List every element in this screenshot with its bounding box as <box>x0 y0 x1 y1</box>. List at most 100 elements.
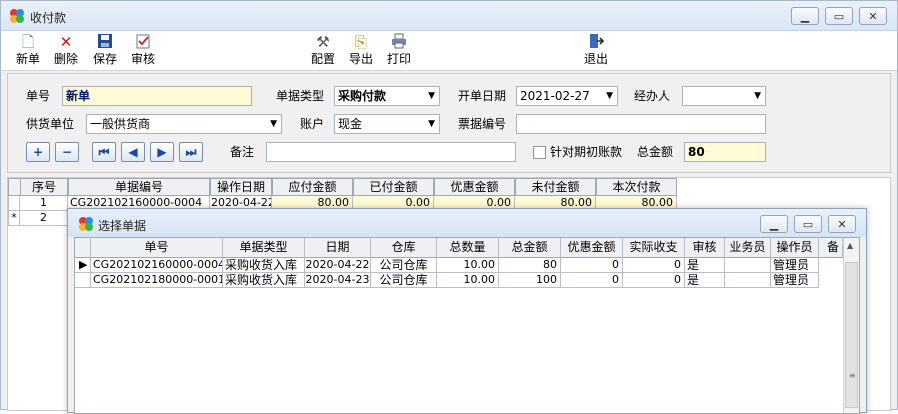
col-header[interactable]: 实际收支 <box>623 238 685 258</box>
account-label: 账户 <box>300 117 325 131</box>
table-cell[interactable]: 采购收货入库 <box>223 258 305 273</box>
minus-icon: − <box>61 145 73 159</box>
supplier-value: 一般供货商 <box>90 117 151 131</box>
col-header[interactable]: 操作日期 <box>210 178 272 196</box>
minimize-button[interactable]: ▁ <box>791 7 819 25</box>
config-button[interactable]: ⚒ 配置 <box>305 33 341 71</box>
col-header[interactable]: 业务员 <box>725 238 771 258</box>
col-header[interactable]: 已付金额 <box>353 178 434 196</box>
table-cell[interactable]: 是 <box>685 273 725 288</box>
prev-record-button[interactable]: ◀ <box>121 142 145 162</box>
doc-no-label: 单号 <box>26 89 51 103</box>
handler-select[interactable]: ▼ <box>682 86 766 106</box>
table-cell[interactable]: 10.00 <box>437 273 499 288</box>
col-header[interactable]: 优惠金额 <box>561 238 623 258</box>
row-indicator[interactable] <box>75 273 91 288</box>
export-button[interactable]: ⎘ 导出 <box>343 33 379 71</box>
new-button[interactable]: 🗋 新单 <box>10 33 46 71</box>
col-header[interactable]: 单号 <box>91 238 223 258</box>
col-header[interactable]: 单据类型 <box>223 238 305 258</box>
col-header[interactable]: 总金额 <box>499 238 561 258</box>
col-header[interactable]: 单据编号 <box>68 178 210 196</box>
new-row-marker[interactable]: * <box>8 211 20 226</box>
exit-door-icon <box>587 33 605 51</box>
window-title: 收付款 <box>30 11 67 25</box>
total-amount-field[interactable]: 80 <box>684 142 766 162</box>
config-tools-icon: ⚒ <box>316 33 330 51</box>
remove-row-button[interactable]: − <box>55 142 79 162</box>
table-cell[interactable]: 0 <box>623 273 685 288</box>
table-cell[interactable]: 2 <box>20 211 68 226</box>
add-row-button[interactable]: + <box>26 142 50 162</box>
doc-type-value: 采购付款 <box>338 89 387 103</box>
scrollbar-thumb[interactable]: ≡ <box>845 262 858 408</box>
date-value: 2021-02-27 <box>520 89 590 103</box>
dialog-close-button[interactable]: ✕ <box>828 215 856 233</box>
scroll-up-icon[interactable]: ▲ <box>847 241 853 250</box>
select-document-dialog: 选择单据 ▁ ▭ ✕ 单号 单据类型 日期 仓库 总数量 总金额 优惠金额 实际… <box>67 208 867 414</box>
col-header[interactable]: 应付金额 <box>272 178 353 196</box>
delete-button[interactable]: ✕ 删除 <box>48 33 84 71</box>
title-bar: 收付款 ▁ ▭ ✕ <box>1 1 897 31</box>
exit-button[interactable]: 退出 <box>578 33 614 71</box>
col-header[interactable]: 仓库 <box>371 238 437 258</box>
table-cell[interactable]: 10.00 <box>437 258 499 273</box>
dialog-title-bar: 选择单据 ▁ ▭ ✕ <box>68 209 866 237</box>
table-cell[interactable] <box>725 273 771 288</box>
bill-no-field[interactable] <box>516 114 766 134</box>
date-label: 开单日期 <box>458 89 507 103</box>
save-button-label: 保存 <box>92 52 117 66</box>
first-record-button[interactable]: ⏮ <box>92 142 116 162</box>
date-picker[interactable]: 2021-02-27 ▼ <box>516 86 618 106</box>
last-record-button[interactable]: ⏭ <box>179 142 203 162</box>
col-header[interactable]: 总数量 <box>437 238 499 258</box>
account-select[interactable]: 现金 ▼ <box>334 114 440 134</box>
save-button[interactable]: 保存 <box>87 33 123 71</box>
vertical-scrollbar[interactable]: ▲ ≡ <box>843 238 859 413</box>
col-header[interactable]: 未付金额 <box>515 178 596 196</box>
delete-button-label: 删除 <box>53 52 78 66</box>
table-cell[interactable]: 100 <box>499 273 561 288</box>
audit-button[interactable]: 审核 <box>125 33 161 71</box>
col-header[interactable]: 序号 <box>20 178 68 196</box>
print-button[interactable]: 打印 <box>381 33 417 71</box>
table-cell[interactable]: 公司仓库 <box>371 273 437 288</box>
table-cell[interactable]: 0 <box>623 258 685 273</box>
plus-icon: + <box>32 145 44 159</box>
opening-balance-checkbox[interactable] <box>533 146 546 159</box>
col-header[interactable]: 操作员 <box>771 238 819 258</box>
remark-field[interactable] <box>266 142 516 162</box>
table-cell[interactable]: 80 <box>499 258 561 273</box>
table-cell[interactable]: 采购收货入库 <box>223 273 305 288</box>
table-cell[interactable]: 0 <box>561 273 623 288</box>
audit-check-icon <box>134 33 152 51</box>
table-cell[interactable]: CG202102180000-0001 <box>91 273 223 288</box>
table-cell[interactable] <box>725 258 771 273</box>
col-header[interactable]: 优惠金额 <box>434 178 515 196</box>
doc-no-field[interactable]: 新单 <box>62 86 252 106</box>
close-icon: ✕ <box>868 9 878 23</box>
table-cell[interactable]: 0 <box>561 258 623 273</box>
table-cell[interactable]: CG202102160000-0004 <box>91 258 223 273</box>
col-header[interactable]: 审核 <box>685 238 725 258</box>
table-cell[interactable]: 1 <box>20 196 68 211</box>
table-cell[interactable]: 2020-04-23 <box>305 273 371 288</box>
doc-type-select[interactable]: 采购付款 ▼ <box>334 86 440 106</box>
table-cell[interactable]: 公司仓库 <box>371 258 437 273</box>
col-header[interactable]: 日期 <box>305 238 371 258</box>
supplier-select[interactable]: 一般供货商 ▼ <box>86 114 282 134</box>
table-cell[interactable]: 管理员 <box>771 273 819 288</box>
current-row-pointer-icon[interactable]: ▶ <box>75 258 91 273</box>
table-cell[interactable]: 2020-04-22 <box>305 258 371 273</box>
col-header[interactable]: 备 <box>819 238 843 258</box>
delete-x-icon: ✕ <box>59 33 73 51</box>
row-indicator[interactable] <box>8 196 20 211</box>
next-record-button[interactable]: ▶ <box>150 142 174 162</box>
close-button[interactable]: ✕ <box>859 7 887 25</box>
table-cell[interactable]: 管理员 <box>771 258 819 273</box>
dialog-minimize-button[interactable]: ▁ <box>760 215 788 233</box>
dialog-maximize-button[interactable]: ▭ <box>794 215 822 233</box>
maximize-button[interactable]: ▭ <box>825 7 853 25</box>
col-header[interactable]: 本次付款 <box>596 178 677 196</box>
table-cell[interactable]: 是 <box>685 258 725 273</box>
